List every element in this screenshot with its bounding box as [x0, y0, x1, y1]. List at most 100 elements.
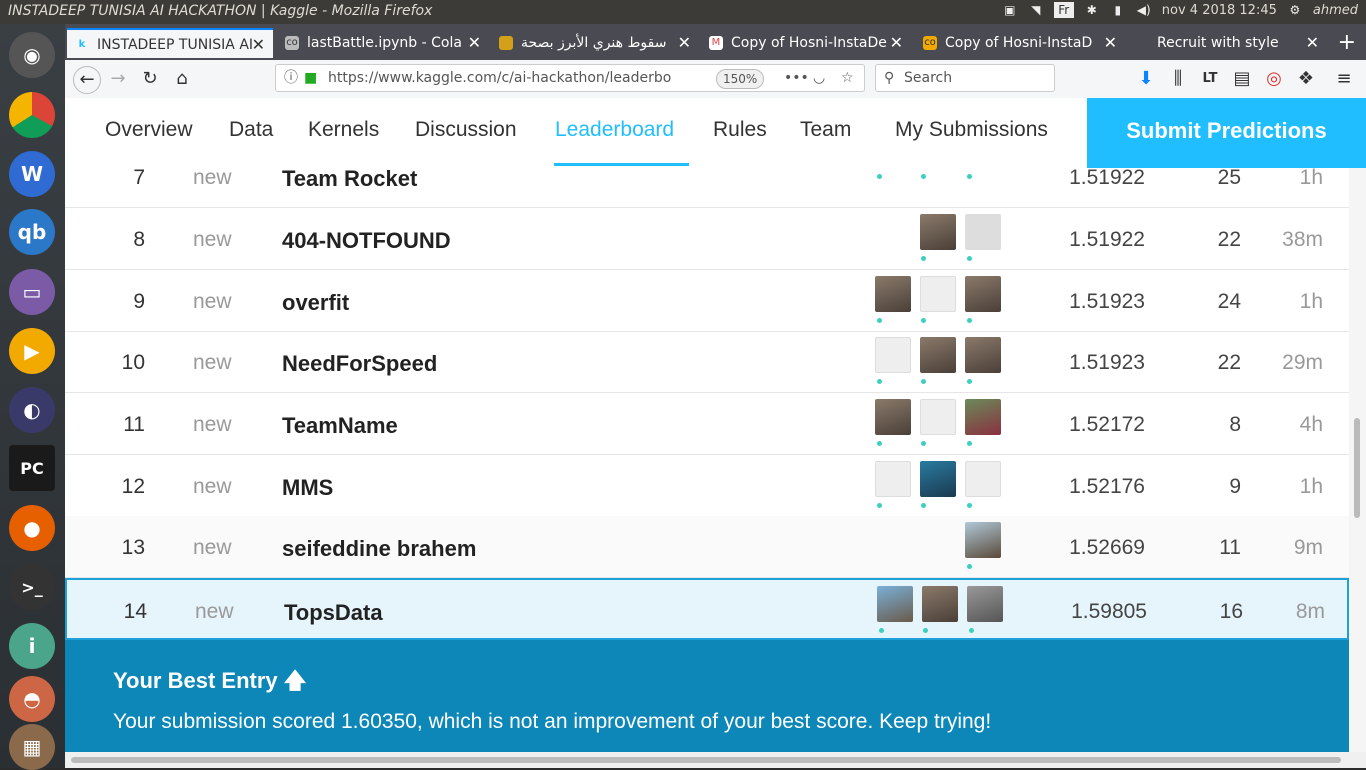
reload-button[interactable]: ↻ [137, 66, 163, 92]
team-name[interactable]: overfit [282, 290, 349, 316]
close-icon[interactable]: ✕ [468, 28, 481, 58]
avatar[interactable] [920, 337, 956, 373]
eclipse-icon[interactable]: ◐ [9, 387, 55, 433]
url-text[interactable]: https://www.kaggle.com/c/ai-hackathon/le… [328, 65, 671, 91]
trash-icon[interactable]: ▦ [9, 724, 55, 770]
scrollbar-thumb[interactable] [1354, 418, 1360, 518]
tab-colab-2[interactable]: co Copy of Hosni-InstaD ✕ [915, 28, 1125, 58]
zoom-level[interactable]: 150% [716, 69, 765, 89]
table-row[interactable]: 10 new NeedForSpeed 1.51923 22 29m [65, 331, 1349, 393]
media-player-icon[interactable]: ▶ [9, 328, 55, 374]
tab-my-submissions[interactable]: My Submissions [895, 118, 1048, 142]
team-name[interactable]: NeedForSpeed [282, 351, 437, 377]
extension-icon[interactable]: ◎ [1261, 66, 1287, 92]
table-row-my-team[interactable]: 14 new TopsData 1.59805 16 8m [65, 578, 1349, 640]
tab-data[interactable]: Data [229, 118, 273, 142]
firefox-icon[interactable]: ● [9, 505, 55, 551]
table-row[interactable]: 12 new MMS 1.52176 9 1h [65, 455, 1349, 517]
avatar[interactable] [967, 586, 1003, 622]
avatar[interactable] [875, 461, 911, 497]
tab-overview[interactable]: Overview [105, 118, 193, 142]
dropbox-icon[interactable]: ▣ [1002, 2, 1018, 18]
tab-colab[interactable]: co lastBattle.ipynb - Cola ✕ [277, 28, 489, 58]
wifi-icon[interactable]: ◥ [1028, 2, 1044, 18]
back-button[interactable]: ← [73, 66, 101, 94]
volume-icon[interactable]: ◀) [1136, 2, 1152, 18]
files-icon[interactable]: ▭ [9, 269, 55, 315]
team-name[interactable]: TopsData [284, 600, 383, 626]
avatar[interactable] [965, 276, 1001, 312]
system-info-icon[interactable]: i [9, 623, 55, 669]
table-row[interactable]: 7 new Team Rocket 1.51922 25 1h [65, 168, 1349, 208]
submit-predictions-button[interactable]: Submit Predictions [1087, 98, 1366, 168]
team-name[interactable]: MMS [282, 475, 333, 501]
horizontal-scrollbar[interactable] [65, 752, 1366, 768]
tab-kernels[interactable]: Kernels [308, 118, 379, 142]
avatar[interactable] [920, 276, 956, 312]
table-row[interactable]: 9 new overfit 1.51923 24 1h [65, 270, 1349, 332]
wps-writer-icon[interactable]: W [9, 151, 55, 197]
avatar[interactable] [922, 586, 958, 622]
team-name[interactable]: 404-NOTFOUND [282, 228, 451, 254]
bookmark-star-icon[interactable]: ☆ [841, 65, 854, 91]
avatar[interactable] [877, 586, 913, 622]
keyboard-layout-indicator[interactable]: Fr [1053, 2, 1074, 18]
clock[interactable]: nov 4 2018 12:45 [1162, 3, 1277, 18]
settings-icon[interactable]: ⚙ [1287, 2, 1303, 18]
pycharm-icon[interactable]: PC [9, 445, 55, 491]
avatar[interactable] [920, 214, 956, 250]
languagetool-icon[interactable]: LT [1197, 66, 1223, 92]
qbittorrent-icon[interactable]: qb [9, 209, 55, 255]
team-name[interactable]: seifeddine brahem [282, 536, 476, 562]
vertical-scrollbar[interactable] [1349, 168, 1366, 752]
avatar[interactable] [965, 461, 1001, 497]
app-icon[interactable]: ◓ [9, 676, 55, 722]
battery-icon[interactable]: ▮ [1110, 2, 1126, 18]
avatar[interactable] [965, 399, 1001, 435]
avatar[interactable] [920, 461, 956, 497]
terminal-icon[interactable]: >_ [9, 564, 55, 610]
avatar[interactable] [875, 399, 911, 435]
close-icon[interactable]: ✕ [890, 28, 903, 58]
team-name[interactable]: Team Rocket [282, 168, 417, 192]
table-row[interactable]: 13 new seifeddine brahem 1.52669 11 9m [65, 516, 1349, 578]
chrome-icon[interactable] [9, 92, 55, 138]
tab-recruit[interactable]: Recruit with style ✕ [1127, 28, 1327, 58]
avatar[interactable] [965, 522, 1001, 558]
avatar[interactable] [875, 276, 911, 312]
page-actions-icon[interactable]: ••• [784, 65, 809, 91]
tab-news[interactable]: سقوط هنري الأبرز بصحة ✕ [491, 28, 699, 58]
tab-rules[interactable]: Rules [713, 118, 767, 142]
downloads-icon[interactable]: ⬇ [1133, 66, 1159, 92]
table-row[interactable]: 11 new TeamName 1.52172 8 4h [65, 393, 1349, 455]
info-icon[interactable]: ⓘ [284, 65, 298, 91]
team-name[interactable]: TeamName [282, 413, 398, 439]
scrollbar-thumb[interactable] [71, 757, 1341, 763]
url-bar[interactable]: ⓘ ■ https://www.kaggle.com/c/ai-hackatho… [275, 64, 865, 92]
forward-button[interactable]: → [105, 66, 131, 92]
user-name[interactable]: ahmed [1313, 3, 1358, 18]
extension-icon[interactable]: ❖ [1293, 66, 1319, 92]
ubuntu-icon[interactable]: ◉ [9, 32, 55, 78]
avatar[interactable] [920, 399, 956, 435]
new-tab-button[interactable]: + [1338, 30, 1356, 55]
tab-team[interactable]: Team [800, 118, 851, 142]
reader-view-icon[interactable]: ▤ [1229, 66, 1255, 92]
tab-discussion[interactable]: Discussion [415, 118, 517, 142]
bluetooth-icon[interactable]: ✱ [1084, 2, 1100, 18]
tab-leaderboard[interactable]: Leaderboard [555, 118, 674, 142]
close-icon[interactable]: ✕ [1104, 28, 1117, 58]
close-icon[interactable]: ✕ [252, 30, 265, 58]
search-input[interactable]: ⚲ Search [875, 64, 1055, 92]
tab-gmail[interactable]: M Copy of Hosni-InstaDe ✕ [701, 28, 911, 58]
close-icon[interactable]: ✕ [1306, 28, 1319, 58]
library-icon[interactable]: ⫼ [1165, 66, 1191, 92]
avatar[interactable] [875, 337, 911, 373]
avatar[interactable] [965, 337, 1001, 373]
tab-kaggle[interactable]: k INSTADEEP TUNISIA AI ✕ [67, 28, 273, 58]
close-icon[interactable]: ✕ [678, 28, 691, 58]
table-row[interactable]: 8 new 404-NOTFOUND 1.51922 22 38m [65, 208, 1349, 270]
pocket-icon[interactable]: ◡ [813, 65, 825, 91]
menu-icon[interactable]: ≡ [1331, 66, 1357, 92]
avatar[interactable] [965, 214, 1001, 250]
